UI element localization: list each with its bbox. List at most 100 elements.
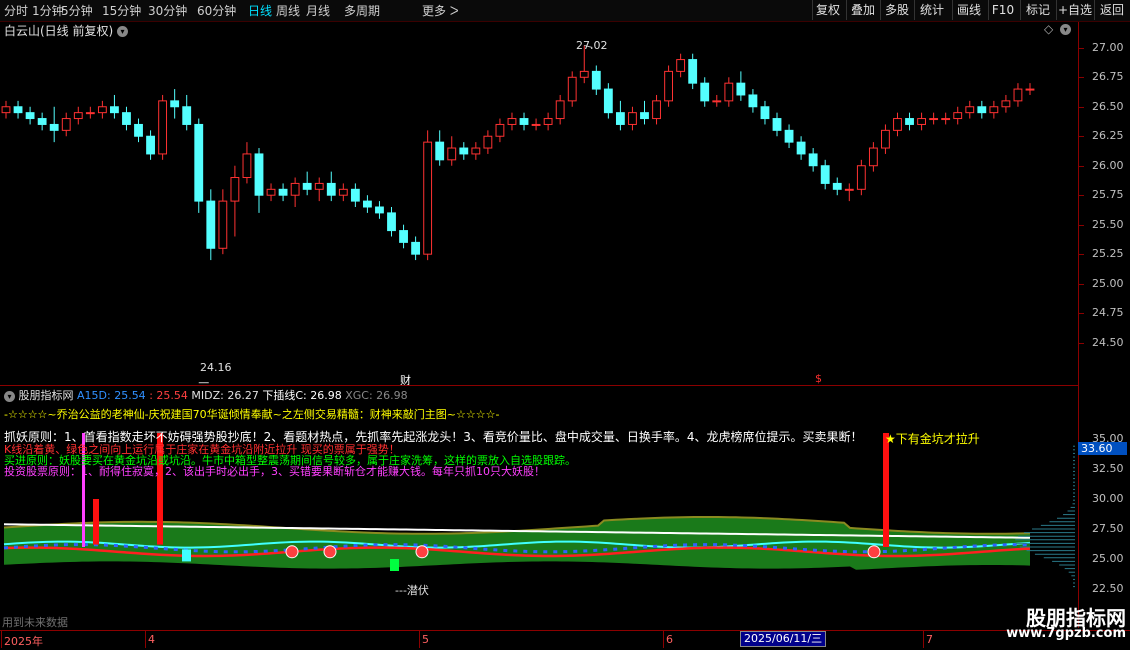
date-tick-mark bbox=[663, 630, 664, 648]
toolbar-button[interactable]: 标记 bbox=[1020, 0, 1055, 20]
toolbar-button[interactable]: 复权 bbox=[812, 0, 843, 20]
candle-body bbox=[579, 70, 589, 78]
candle-body bbox=[640, 112, 649, 120]
period-tab[interactable]: 分时 bbox=[4, 2, 28, 19]
cyan-block bbox=[182, 549, 191, 562]
candle-body bbox=[712, 100, 722, 103]
candle-body bbox=[676, 59, 686, 72]
candle-body bbox=[230, 177, 240, 202]
candle-body bbox=[929, 118, 939, 121]
candle-body bbox=[881, 129, 890, 149]
candle-body bbox=[893, 118, 902, 131]
candle-body bbox=[387, 212, 396, 232]
candle-body bbox=[1001, 100, 1011, 108]
candle-body bbox=[459, 147, 469, 155]
candle-body bbox=[218, 200, 228, 249]
toolbar-button[interactable]: F10 bbox=[988, 0, 1017, 20]
toolbar-button[interactable]: 统计 bbox=[914, 0, 949, 20]
chevron-down-icon[interactable]: ▾ bbox=[4, 390, 15, 402]
red-signal-bar bbox=[93, 499, 99, 545]
indicator-tick: 22.50 bbox=[1092, 582, 1124, 595]
candle-body bbox=[435, 141, 445, 161]
date-axis-line bbox=[0, 630, 1130, 631]
toolbar-button[interactable]: 画线 bbox=[952, 0, 985, 20]
price-tick: 25.50 bbox=[1092, 217, 1124, 231]
candle-body bbox=[302, 182, 312, 190]
candle-body bbox=[953, 112, 963, 120]
candle-body bbox=[832, 182, 842, 190]
candle-body bbox=[495, 123, 505, 137]
toolbar-button[interactable]: 多股 bbox=[880, 0, 913, 20]
candle-body bbox=[820, 165, 830, 184]
candle-body bbox=[603, 88, 613, 114]
period-tab[interactable]: 更多 ᐳ bbox=[422, 2, 459, 19]
toolbar-button[interactable]: 返回 bbox=[1094, 0, 1129, 20]
candle-body bbox=[628, 112, 637, 125]
period-tab[interactable]: 月线 bbox=[306, 2, 330, 19]
candle-body bbox=[736, 82, 746, 96]
future-data-label: 用到未来数据 bbox=[2, 616, 68, 629]
candle-body bbox=[652, 100, 661, 120]
candle-body bbox=[170, 100, 180, 108]
candle-body bbox=[49, 123, 59, 131]
candle-body bbox=[61, 118, 71, 131]
candle-body bbox=[423, 141, 433, 255]
price-tick: 24.50 bbox=[1092, 335, 1124, 349]
xcx-value: 下插线C: 26.98 bbox=[262, 389, 342, 402]
rule-line-4: 投资股票原则：1、耐得住寂寞，2、该出手时必出手，3、买错要果断斩仓才能赚大钱。… bbox=[4, 465, 545, 478]
candle-body bbox=[989, 106, 999, 114]
period-tab[interactable]: 15分钟 bbox=[102, 2, 141, 19]
candle-body bbox=[1, 106, 11, 114]
candle-body bbox=[531, 123, 541, 126]
indicator-header: ▾ 股朋指标网 A15D: 25.54 : 25.54 MIDZ: 26.27 … bbox=[4, 387, 408, 403]
date-tick: 7 bbox=[926, 633, 933, 646]
candle-body bbox=[519, 118, 529, 125]
price-tick: 25.25 bbox=[1092, 247, 1124, 261]
midz-value: MIDZ: 26.27 bbox=[191, 389, 259, 402]
price-tick: 25.00 bbox=[1092, 276, 1124, 290]
candlestick-chart[interactable] bbox=[0, 22, 1078, 384]
signal-ball bbox=[323, 545, 337, 559]
period-tab[interactable]: 周线 bbox=[276, 2, 300, 19]
price-tick: 24.75 bbox=[1092, 306, 1124, 320]
candle-body bbox=[182, 106, 192, 125]
period-tab[interactable]: 60分钟 bbox=[197, 2, 236, 19]
candle-body bbox=[772, 118, 782, 131]
candle-body bbox=[25, 112, 35, 120]
candle-body bbox=[868, 147, 878, 167]
candle-body bbox=[122, 112, 131, 125]
period-tab[interactable]: 5分钟 bbox=[61, 2, 93, 19]
date-tick-mark bbox=[923, 630, 924, 648]
candle-body bbox=[507, 118, 517, 125]
candle-body bbox=[110, 106, 119, 114]
toolbar-button[interactable]: 叠加 bbox=[846, 0, 879, 20]
candle-body bbox=[748, 94, 758, 108]
period-toolbar: 分时 1分钟 5分钟 15分钟 30分钟 60分钟 日线 周线 月线 多周期 更多 ᐳ 复权 叠加 多股… bbox=[0, 0, 1130, 22]
candle-body bbox=[555, 100, 565, 120]
green-block bbox=[390, 559, 399, 571]
signal-ball bbox=[415, 545, 429, 559]
period-tab[interactable]: 1分钟 bbox=[32, 2, 64, 19]
signal-ball bbox=[867, 545, 881, 559]
candle-body bbox=[338, 188, 348, 196]
price-tick: 27.00 bbox=[1092, 40, 1124, 54]
candle-body bbox=[808, 153, 818, 167]
dollar-marker[interactable]: $ bbox=[815, 372, 822, 385]
candle-body bbox=[158, 100, 168, 155]
candle-body bbox=[254, 153, 264, 196]
candle-body bbox=[326, 182, 336, 196]
period-tab[interactable]: 日线 bbox=[248, 2, 272, 19]
candle-body bbox=[760, 106, 770, 120]
axis-divider bbox=[1078, 22, 1079, 628]
candle-body bbox=[399, 230, 408, 243]
candle-body bbox=[146, 135, 155, 155]
period-tab[interactable]: 多周期 bbox=[344, 2, 380, 19]
candle-body bbox=[977, 106, 987, 114]
slogan-text: -☆☆☆☆~乔治公益的老神仙-庆祝建国70华诞倾情奉献~之左侧交易精髓：财神来敲… bbox=[4, 408, 500, 421]
toolbar-button[interactable]: +自选 bbox=[1056, 0, 1093, 20]
indicator-name[interactable]: 股朋指标网 bbox=[19, 389, 74, 402]
candle-body bbox=[724, 82, 734, 102]
candle-body bbox=[266, 188, 276, 196]
period-tab[interactable]: 30分钟 bbox=[148, 2, 187, 19]
candle-body bbox=[567, 76, 577, 102]
